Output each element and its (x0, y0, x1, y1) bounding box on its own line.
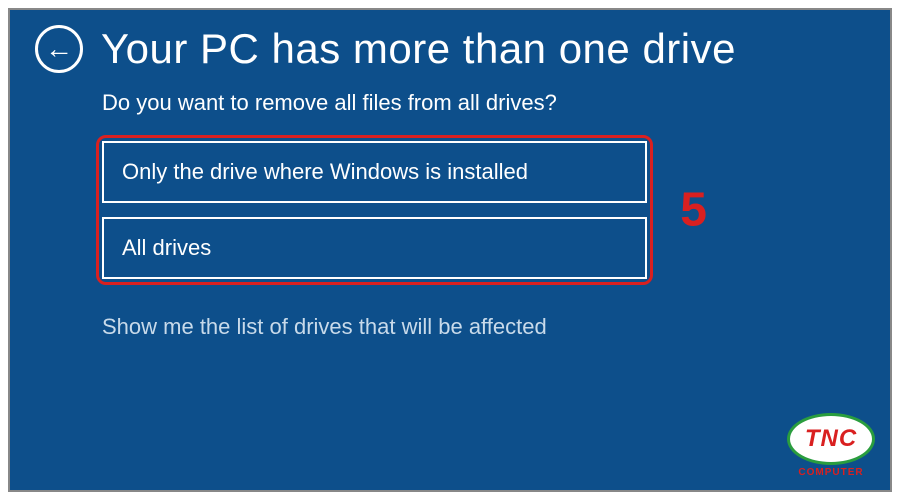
back-button[interactable]: ← (35, 25, 83, 73)
option-all-drives[interactable]: All drives (102, 217, 647, 279)
option-only-windows-drive[interactable]: Only the drive where Windows is installe… (102, 141, 647, 203)
watermark-brand: TNC (805, 425, 857, 453)
page-title: Your PC has more than one drive (101, 25, 736, 73)
page-subtitle: Do you want to remove all files from all… (10, 78, 890, 141)
watermark-oval: TNC (787, 413, 875, 465)
options-group: Only the drive where Windows is installe… (102, 141, 647, 279)
arrow-left-icon: ← (45, 35, 73, 63)
header: ← Your PC has more than one drive (10, 10, 890, 78)
recovery-screen: ← Your PC has more than one drive Do you… (8, 8, 892, 492)
annotation-step-number: 5 (680, 183, 707, 238)
watermark-logo: TNC COMPUTER (787, 413, 875, 478)
show-drives-link[interactable]: Show me the list of drives that will be … (102, 314, 890, 340)
watermark-sub: COMPUTER (787, 467, 875, 478)
